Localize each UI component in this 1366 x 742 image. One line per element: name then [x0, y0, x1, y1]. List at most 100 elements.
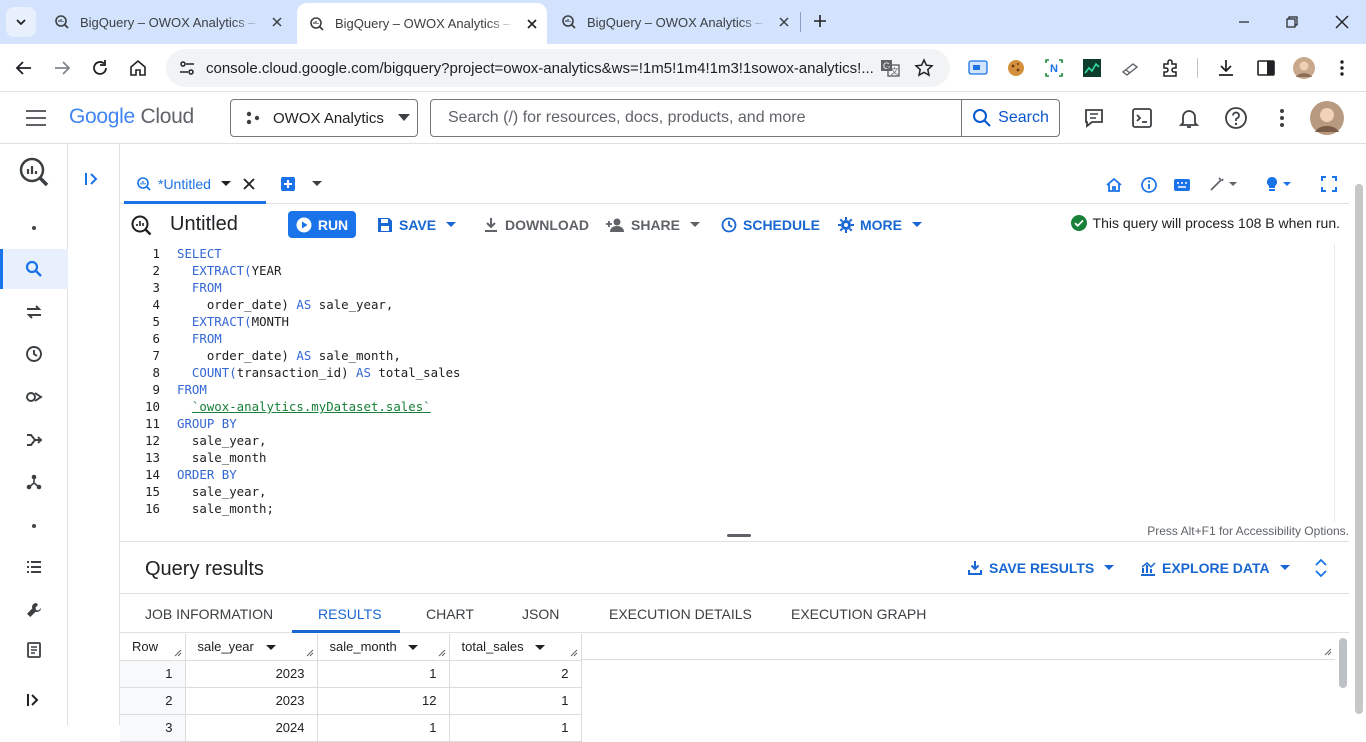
sql-editor[interactable]: 1 SELECT 2 EXTRACT(YEAR 3 FROM 4 order_date)…: [120, 244, 1334, 522]
page-scrollbar[interactable]: [1352, 144, 1366, 725]
n-extension-icon[interactable]: N: [1043, 57, 1065, 79]
schedule-button[interactable]: SCHEDULE: [721, 211, 820, 238]
info-icon[interactable]: [1140, 176, 1158, 194]
close-tab-icon[interactable]: [523, 15, 541, 33]
column-header-total-sales[interactable]: total_sales: [449, 634, 582, 661]
account-avatar[interactable]: [1310, 101, 1344, 135]
browser-tab-1[interactable]: BigQuery – OWOX Analytics – Google Cloud…: [42, 0, 296, 44]
code-line[interactable]: 2 EXTRACT(YEAR: [120, 262, 282, 279]
column-resize-icon[interactable]: [438, 649, 446, 657]
site-info-icon[interactable]: [178, 59, 196, 77]
sale-year-cell[interactable]: 2023: [185, 687, 318, 715]
code-line[interactable]: 12 sale_year,: [120, 432, 266, 449]
total-sales-cell[interactable]: 1: [449, 714, 582, 742]
expand-explorer-icon[interactable]: [83, 170, 101, 188]
sale-month-cell[interactable]: 12: [317, 687, 450, 715]
search-button[interactable]: Search: [961, 100, 1059, 136]
extensions-puzzle-icon[interactable]: [1159, 57, 1181, 79]
close-tab-icon[interactable]: [775, 13, 793, 31]
keyboard-icon[interactable]: [1173, 178, 1191, 192]
close-window-button[interactable]: [1318, 0, 1366, 44]
column-resize-icon[interactable]: [570, 649, 578, 657]
sale-month-cell[interactable]: 1: [317, 660, 450, 688]
code-line[interactable]: 10 `owox-analytics.myDataset.sales`: [120, 398, 431, 415]
address-bar[interactable]: console.cloud.google.com/bigquery?projec…: [166, 49, 950, 87]
code-line[interactable]: 9 FROM: [120, 381, 207, 398]
forward-button[interactable]: [48, 54, 76, 82]
column-resize-icon[interactable]: [174, 649, 182, 657]
close-query-tab-icon[interactable]: [243, 177, 255, 190]
side-panel-icon[interactable]: [1255, 57, 1277, 79]
downloads-icon[interactable]: [1215, 57, 1237, 79]
code-line[interactable]: 15 sale_year,: [120, 483, 266, 500]
sale-year-cell[interactable]: 2023: [185, 660, 318, 688]
gemini-bulb-icon[interactable]: [1265, 176, 1295, 192]
home-icon[interactable]: [1106, 177, 1122, 193]
more-options-icon[interactable]: [1269, 105, 1295, 131]
browser-tab-2[interactable]: BigQuery – OWOX Analytics – Google Cloud…: [297, 3, 547, 44]
code-line[interactable]: 6 FROM: [120, 330, 222, 347]
total-sales-cell[interactable]: 1: [449, 687, 582, 715]
project-picker[interactable]: OWOX Analytics: [230, 99, 418, 137]
tab-results[interactable]: RESULTS: [318, 606, 382, 622]
format-wand-icon[interactable]: [1209, 176, 1239, 192]
cloud-shell-icon[interactable]: [1129, 105, 1155, 131]
share-button[interactable]: SHARE: [605, 211, 701, 238]
code-line[interactable]: 8 COUNT(transaction_id) AS total_sales: [120, 364, 461, 381]
profile-avatar[interactable]: [1293, 57, 1315, 79]
fullscreen-icon[interactable]: [1320, 175, 1338, 193]
notifications-bell-icon[interactable]: [1176, 105, 1202, 131]
close-tab-icon[interactable]: [268, 13, 286, 31]
nav-dataflow-icon[interactable]: [0, 420, 68, 460]
nav-studio-search-icon[interactable]: [0, 249, 68, 289]
total-sales-cell[interactable]: 2: [449, 660, 582, 688]
code-line[interactable]: 3 FROM: [120, 279, 222, 296]
back-button[interactable]: [10, 54, 38, 82]
google-cloud-logo[interactable]: Google Cloud: [69, 105, 194, 129]
results-scrollbar-thumb[interactable]: [1339, 638, 1347, 688]
column-resize-icon[interactable]: [306, 649, 314, 657]
code-line[interactable]: 14 ORDER BY: [120, 466, 237, 483]
code-line[interactable]: 4 order_date) AS sale_year,: [120, 296, 394, 313]
query-tab-caret-icon[interactable]: [220, 180, 231, 187]
nav-scheduled-queries-icon[interactable]: [0, 334, 68, 374]
column-resize-icon[interactable]: [1324, 648, 1332, 656]
resize-drag-handle[interactable]: [727, 534, 751, 537]
nav-data-transfers-icon[interactable]: [0, 292, 68, 332]
code-line[interactable]: 11 GROUP BY: [120, 415, 237, 432]
save-button[interactable]: SAVE: [377, 211, 457, 238]
tab-execution-graph[interactable]: EXECUTION GRAPH: [791, 606, 926, 622]
tab-json[interactable]: JSON: [522, 606, 559, 622]
translate-icon[interactable]: G文: [880, 58, 900, 78]
sort-caret-icon[interactable]: [265, 644, 276, 651]
tab-chart[interactable]: CHART: [426, 606, 474, 622]
chart-extension-icon[interactable]: [1081, 57, 1103, 79]
home-button[interactable]: [124, 54, 152, 82]
reload-button[interactable]: [86, 54, 114, 82]
column-header-row[interactable]: Row: [120, 634, 186, 661]
run-button[interactable]: RUN: [288, 211, 356, 238]
table-row[interactable]: 2 2023 12 1: [120, 687, 582, 715]
nav-pipelines-icon[interactable]: [0, 462, 68, 502]
code-line[interactable]: 13 sale_month: [120, 449, 266, 466]
column-header-sale-year[interactable]: sale_year: [185, 634, 318, 661]
nav-list-icon[interactable]: [0, 547, 68, 587]
results-scrollbar[interactable]: [1337, 634, 1349, 725]
sort-caret-icon[interactable]: [408, 644, 419, 651]
bookmark-star-icon[interactable]: [914, 58, 934, 78]
nav-analytics-hub-icon[interactable]: [0, 377, 68, 417]
table-row[interactable]: 3 2024 1 1: [120, 714, 582, 742]
nav-admin-wrench-icon[interactable]: [0, 590, 68, 630]
bigquery-logo-icon[interactable]: [0, 150, 68, 194]
nav-expand-icon[interactable]: [0, 680, 68, 720]
column-header-sale-month[interactable]: sale_month: [317, 634, 450, 661]
page-scrollbar-thumb[interactable]: [1355, 184, 1363, 714]
new-tab-button[interactable]: [808, 9, 832, 33]
code-line[interactable]: 5 EXTRACT(MONTH: [120, 313, 289, 330]
explore-data-button[interactable]: EXPLORE DATA: [1140, 560, 1290, 576]
sort-caret-icon[interactable]: [535, 644, 546, 651]
save-results-button[interactable]: SAVE RESULTS: [967, 560, 1115, 576]
new-query-caret-icon[interactable]: [312, 181, 322, 187]
code-line[interactable]: 1 SELECT: [120, 245, 222, 262]
tab-search-button[interactable]: [6, 7, 36, 37]
